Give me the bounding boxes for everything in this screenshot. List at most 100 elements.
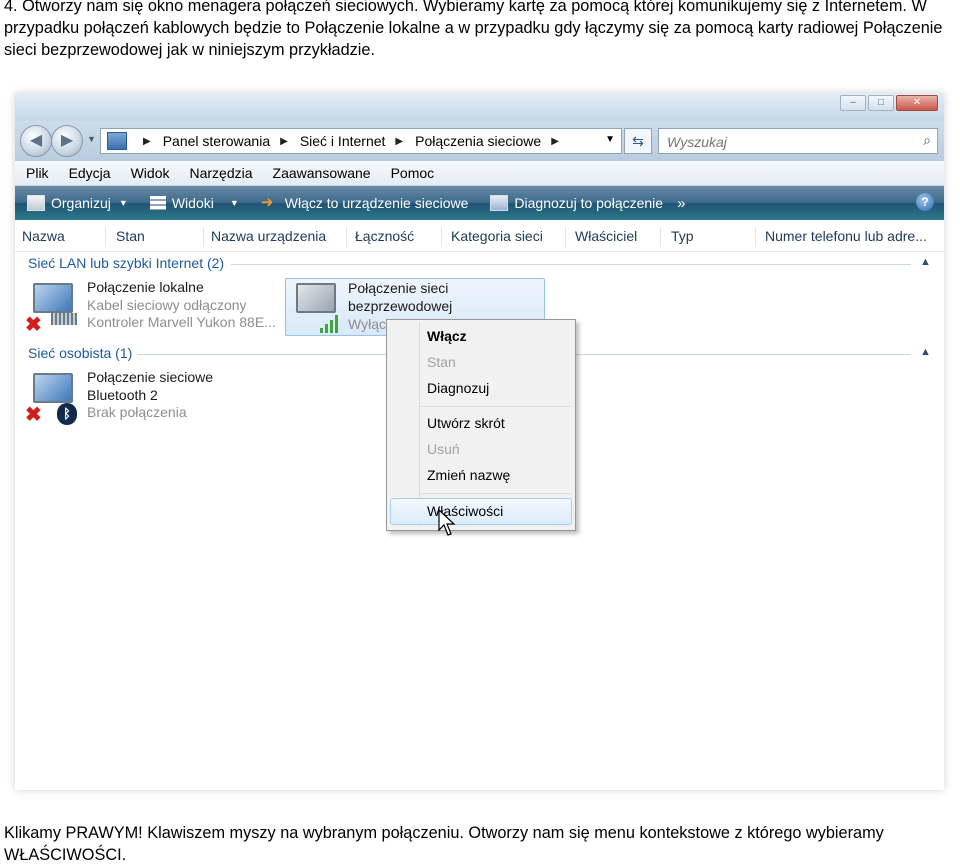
monitor-icon [296,283,336,313]
column-divider[interactable] [660,227,661,247]
item-status: Kabel sieciowy odłączony [87,297,247,313]
menu-item-rename[interactable]: Zmień nazwę [427,467,510,483]
list-item-bluetooth-connection[interactable]: ✖ ᛒ Połączenie sieciowe Bluetooth 2 Brak… [25,369,255,429]
bluetooth-adapter-icon: ✖ ᛒ [25,369,81,425]
enable-device-button[interactable]: ➜ Włącz to urządzenie sieciowe [261,195,469,211]
mouse-pointer-icon [438,509,456,536]
menu-gutter [419,322,420,526]
column-name[interactable]: Nazwa [22,228,65,244]
monitor-icon [33,283,73,313]
menu-edit[interactable]: Edycja [58,165,120,181]
breadcrumb-network-internet[interactable]: Sieć i Internet ▶ [300,133,415,149]
enable-device-label: Włącz to urządzenie sieciowe [284,195,469,211]
breadcrumb-control-panel[interactable]: Panel sterowania ▶ [163,133,300,149]
menu-item-delete: Usuń [427,441,460,457]
network-adapter-icon: ✖ [25,279,81,335]
context-menu: Włącz Stan Diagnozuj Utwórz skrót Usuń Z… [386,319,576,531]
menu-separator [421,493,571,494]
item-device: Kontroler Marvell Yukon 88E... [87,314,276,330]
bluetooth-icon: ᛒ [57,403,77,425]
column-connectivity[interactable]: Łączność [355,228,414,244]
column-owner[interactable]: Właściciel [575,228,637,244]
monitor-icon [33,373,73,403]
views-icon [149,196,166,210]
minimize-button[interactable]: – [840,95,866,111]
address-dropdown-icon[interactable]: ▼ [605,134,615,145]
column-divider[interactable] [203,227,204,247]
column-divider[interactable] [755,227,756,247]
breadcrumb-label: Panel sterowania [162,133,271,149]
menu-item-enable[interactable]: Włącz [427,328,467,344]
breadcrumb-sep-root[interactable]: ▶ [133,136,163,147]
recent-pages-icon[interactable]: ▼ [87,134,96,144]
views-button[interactable]: Widoki ▼ [149,195,239,211]
group-header-personal[interactable]: Sieć osobista (1) [28,345,132,361]
breadcrumb-label: Sieć i Internet [299,133,386,149]
refresh-button[interactable]: ⇆ [624,128,652,154]
menu-tools[interactable]: Narzędzia [179,165,262,181]
views-label: Widoki [171,195,214,211]
chevron-right-icon: ▶ [551,135,559,147]
menu-help[interactable]: Pomoc [380,165,444,181]
column-status[interactable]: Stan [116,228,145,244]
address-row: ◀ ▶ ▼ ▶ Panel sterowania ▶ Sieć i Interne… [15,121,944,161]
collapse-group-icon[interactable]: ▲ [920,256,931,268]
column-type[interactable]: Typ [671,228,694,244]
item-name: Połączenie lokalne [87,279,204,295]
menu-view[interactable]: Widok [120,165,179,181]
outro-paragraph: Klikamy PRAWYM! Klawiszem myszy na wybra… [4,824,884,864]
menu-item-create-shortcut[interactable]: Utwórz skrót [427,415,505,431]
chevron-right-icon: ▶ [143,135,151,147]
item-status: Wyłąc [348,316,386,332]
search-icon[interactable]: ⌕ [923,132,931,149]
column-divider[interactable] [565,227,566,247]
close-button[interactable]: ✕ [896,95,938,111]
diagnose-label: Diagnozuj to połączenie [514,195,664,211]
disconnected-x-icon: ✖ [25,314,42,336]
menu-file[interactable]: Plik [15,165,58,181]
intro-paragraph: 4. Otworzy nam się okno menagera połącze… [4,0,943,59]
search-input[interactable] [665,132,909,151]
organize-label: Organizuj [51,195,111,211]
group-divider [231,264,911,265]
search-box: ⌕ [658,128,938,154]
item-name-line2: bezprzewodowej [348,298,453,314]
organize-button[interactable]: Organizuj ▼ [27,195,128,211]
maximize-button[interactable]: □ [868,95,894,111]
column-divider[interactable] [346,227,347,247]
diagnose-button[interactable]: Diagnozuj to połączenie [490,195,663,211]
column-device-name[interactable]: Nazwa urządzenia [211,228,326,244]
command-bar: Organizuj ▼ Widoki ▼ ➜ Włącz to urządzen… [15,186,944,220]
chevron-right-icon: ▶ [280,135,288,147]
menu-separator [421,406,571,407]
menu-bar: Plik Edycja Widok Narzędzia Zaawansowane… [15,161,944,186]
breadcrumb-network-connections[interactable]: Połączenia sieciowe ▶ [415,133,571,149]
column-network-category[interactable]: Kategoria sieci [451,228,543,244]
menu-advanced[interactable]: Zaawansowane [262,165,380,181]
item-name-line1: Połączenie sieci [348,280,449,296]
breadcrumb-label: Połączenia sieciowe [415,133,542,149]
column-phone-or-address[interactable]: Numer telefonu lub adre... [765,228,927,244]
item-name-line2: Bluetooth 2 [87,387,158,403]
organize-icon [27,195,45,211]
item-status: Brak połączenia [87,404,187,420]
collapse-group-icon[interactable]: ▲ [920,346,931,358]
chevron-down-icon: ▼ [229,198,239,208]
address-bar[interactable]: ▶ Panel sterowania ▶ Sieć i Internet ▶ Poł… [100,128,622,154]
menu-item-status: Stan [427,354,456,370]
item-name-line1: Połączenie sieciowe [87,369,214,385]
chevron-down-icon: ▼ [118,198,128,208]
help-icon[interactable]: ? [916,193,934,211]
wireless-adapter-icon [288,279,344,335]
arrow-right-icon: ➜ [260,194,274,211]
diagnose-icon [490,195,509,211]
menu-item-diagnose[interactable]: Diagnozuj [427,380,489,396]
chevron-right-icon: ▶ [395,135,404,147]
column-divider[interactable] [441,227,442,247]
forward-button[interactable]: ▶ [51,125,83,157]
group-header-lan[interactable]: Sieć LAN lub szybki Internet (2) [28,255,224,271]
more-commands-button[interactable]: » [677,195,685,212]
column-divider[interactable] [105,227,106,247]
back-button[interactable]: ◀ [20,125,52,157]
list-item-local-connection[interactable]: ✖ Połączenie lokalne Kabel sieciowy odłą… [25,279,285,339]
